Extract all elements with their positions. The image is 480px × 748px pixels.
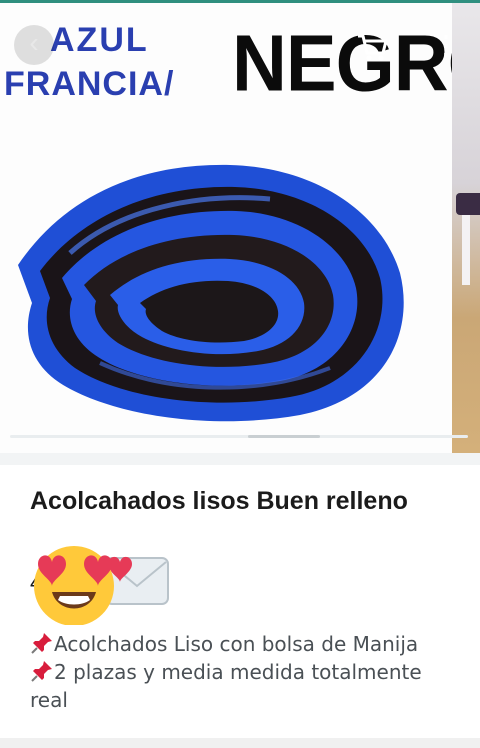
- description-line-2-text: 2 plazas y media medida totalmente real: [30, 660, 422, 712]
- product-image[interactable]: AZUL FRANCIA/ NEGRO: [0, 3, 480, 453]
- description-line: Acolchados Liso con bolsa de Manija: [30, 630, 460, 658]
- description-line-1-text: Acolchados Liso con bolsa de Manija: [54, 632, 419, 656]
- cart-button[interactable]: [352, 27, 392, 67]
- more-options-button[interactable]: ⋮: [432, 25, 460, 67]
- pushpin-icon: [31, 633, 52, 654]
- product-image-gallery[interactable]: AZUL FRANCIA/ NEGRO ‹ ⋮: [0, 3, 480, 453]
- bottom-edge: [0, 738, 480, 748]
- section-divider: [0, 453, 480, 465]
- bed-leg-shape: [462, 215, 470, 285]
- arrow-back-icon: ‹: [29, 27, 39, 58]
- description-line: 2 plazas y media medida totalmente real: [30, 658, 460, 714]
- image-caption-azul: AZUL: [50, 21, 149, 59]
- next-product-image-preview[interactable]: [452, 3, 480, 453]
- back-button[interactable]: ‹: [14, 25, 54, 65]
- product-title: Acolcahados lisos Buen relleno: [30, 487, 408, 515]
- shopping-cart-icon: [358, 34, 388, 61]
- bed-shape: [456, 193, 480, 215]
- more-vert-icon: ⋮: [433, 30, 459, 60]
- heart-eyes-emoji-icon: [34, 546, 169, 625]
- product-description: Acolchados Liso con bolsa de Manija 2 pl…: [30, 630, 460, 714]
- pushpin-icon: [31, 661, 52, 682]
- image-caption-francia: FRANCIA/: [4, 65, 175, 103]
- gallery-scroll-track: [10, 435, 468, 438]
- gallery-scroll-thumb: [248, 435, 320, 438]
